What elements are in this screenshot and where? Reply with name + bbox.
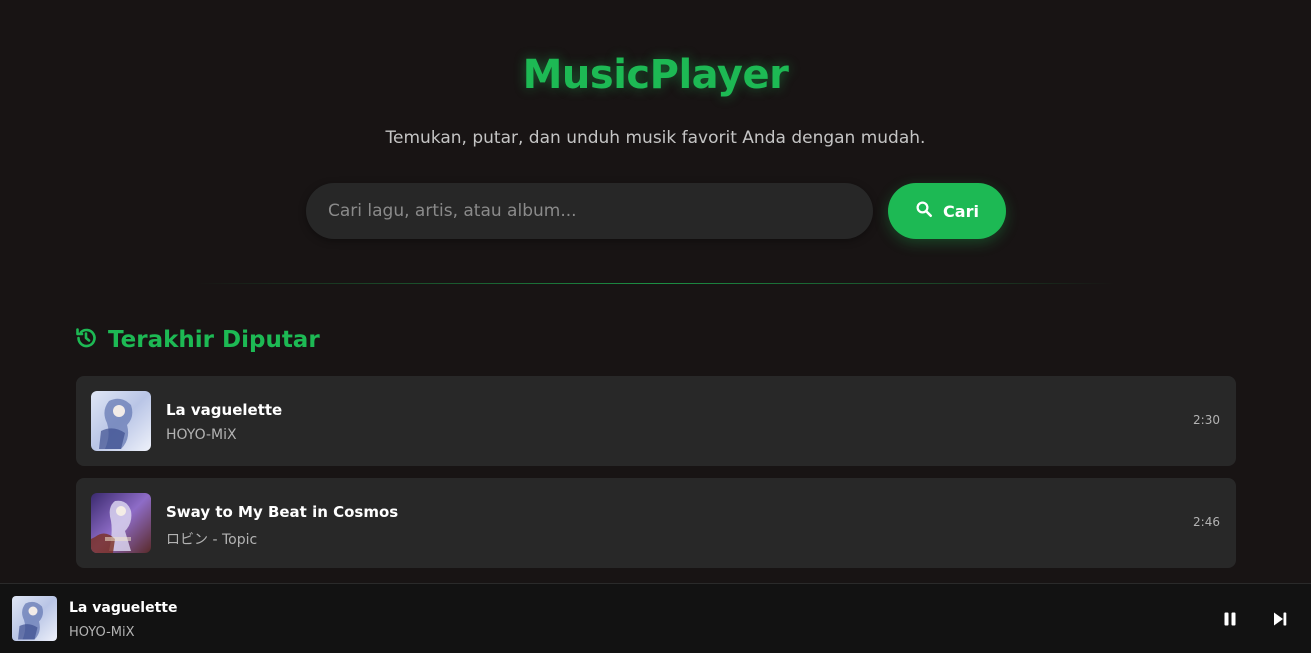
- recently-played-header: Terakhir Diputar: [74, 326, 320, 354]
- album-cover: [91, 493, 151, 553]
- section-divider: [196, 283, 1116, 284]
- track-item[interactable]: Sway to My Beat in Cosmos ロビン - Topic 2:…: [76, 478, 1236, 568]
- track-artist: ロビン - Topic: [166, 532, 258, 548]
- skip-next-icon: [1271, 610, 1289, 628]
- search-input[interactable]: [306, 183, 873, 239]
- section-title: Terakhir Diputar: [108, 327, 320, 353]
- track-title: La vaguelette: [166, 401, 283, 419]
- music-player-page: MusicPlayer Temukan, putar, dan unduh mu…: [0, 0, 1311, 653]
- search-button[interactable]: Cari: [888, 183, 1006, 239]
- now-playing-title: La vaguelette: [69, 600, 178, 616]
- pause-button[interactable]: [1221, 610, 1239, 628]
- search-icon: [915, 200, 933, 222]
- track-artist: HOYO-MiX: [166, 427, 237, 443]
- track-duration: 2:46: [1193, 515, 1220, 529]
- pause-icon: [1221, 610, 1239, 628]
- history-icon: [74, 326, 98, 354]
- track-title: Sway to My Beat in Cosmos: [166, 503, 399, 521]
- now-playing-artist: HOYO-MiX: [69, 625, 135, 640]
- search-button-label: Cari: [943, 201, 979, 221]
- now-playing-bar: La vaguelette HOYO-MiX: [0, 583, 1311, 653]
- now-playing-cover: [12, 596, 57, 641]
- skip-next-button[interactable]: [1271, 610, 1289, 628]
- track-duration: 2:30: [1193, 413, 1220, 427]
- album-cover: [91, 391, 151, 451]
- app-subtitle: Temukan, putar, dan unduh musik favorit …: [385, 128, 926, 148]
- app-title: MusicPlayer: [522, 52, 789, 98]
- track-item[interactable]: La vaguelette HOYO-MiX 2:30: [76, 376, 1236, 466]
